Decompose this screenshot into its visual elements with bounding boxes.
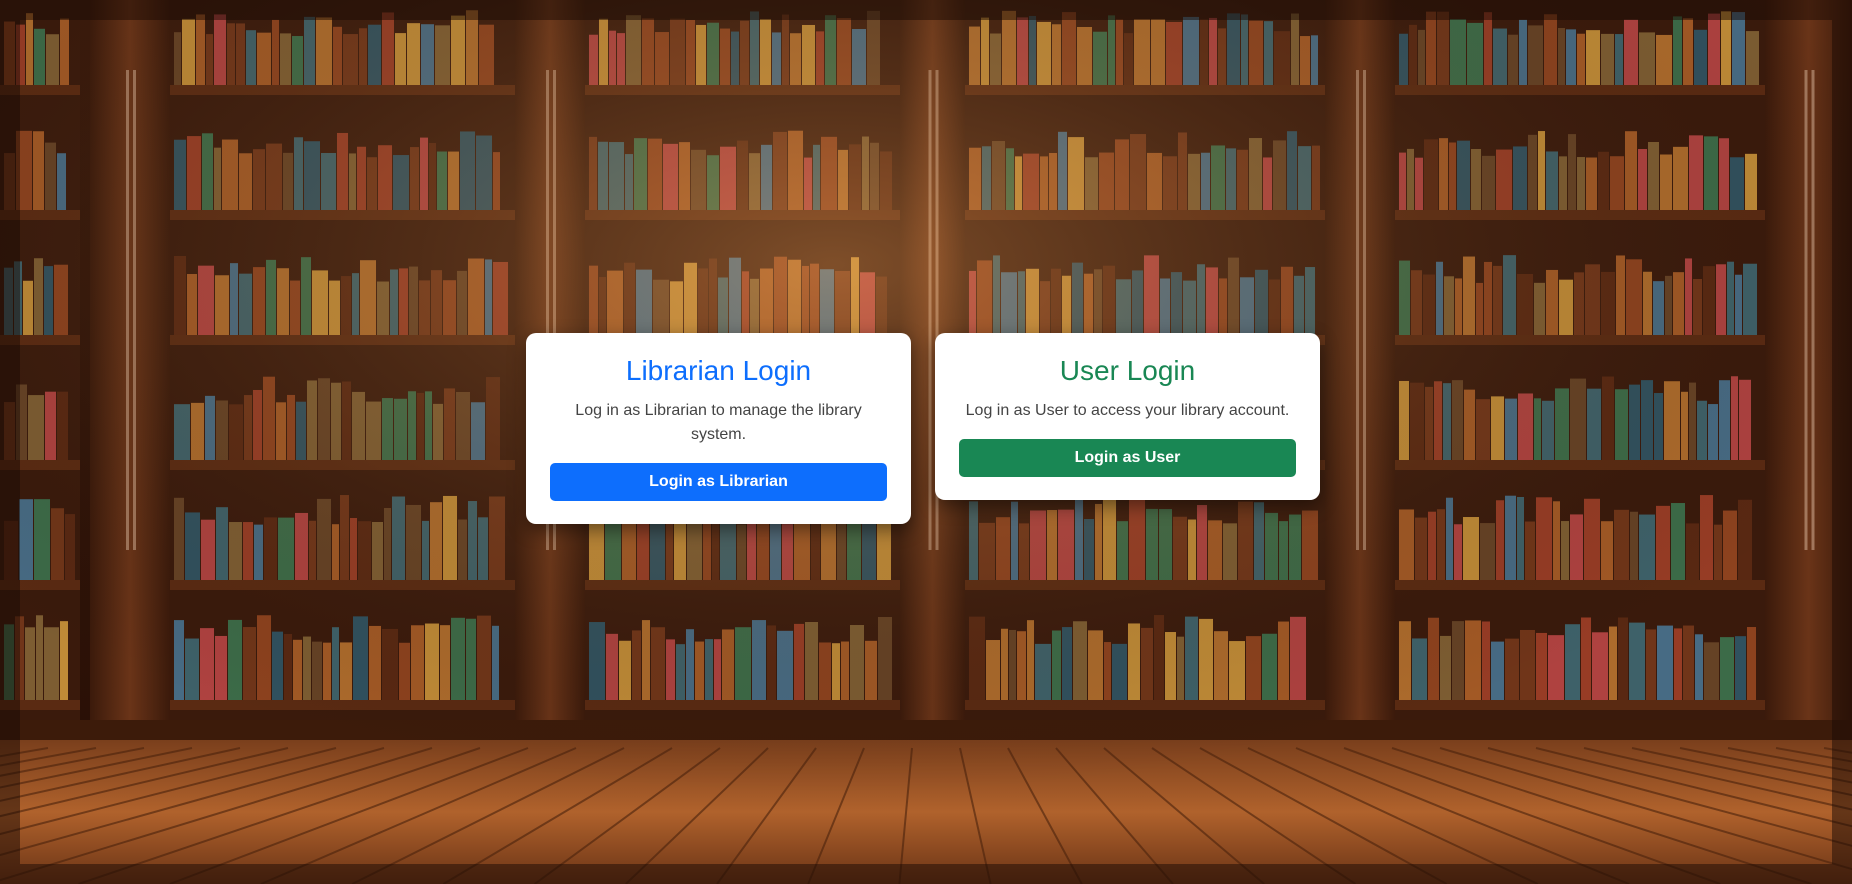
library-background-image	[0, 0, 1852, 884]
login-page: Librarian Login Log in as Librarian to m…	[0, 0, 1852, 884]
librarian-login-card: Librarian Login Log in as Librarian to m…	[526, 333, 911, 524]
user-login-card: User Login Log in as User to access your…	[935, 333, 1320, 500]
librarian-login-title: Librarian Login	[625, 355, 812, 386]
librarian-login-description: Log in as Librarian to manage the librar…	[575, 402, 862, 443]
user-login-description: Log in as User to access your library ac…	[965, 402, 1290, 419]
login-as-user-button[interactable]: Login as User	[959, 439, 1296, 477]
login-as-librarian-button[interactable]: Login as Librarian	[550, 463, 887, 501]
user-login-title: User Login	[1059, 355, 1196, 386]
